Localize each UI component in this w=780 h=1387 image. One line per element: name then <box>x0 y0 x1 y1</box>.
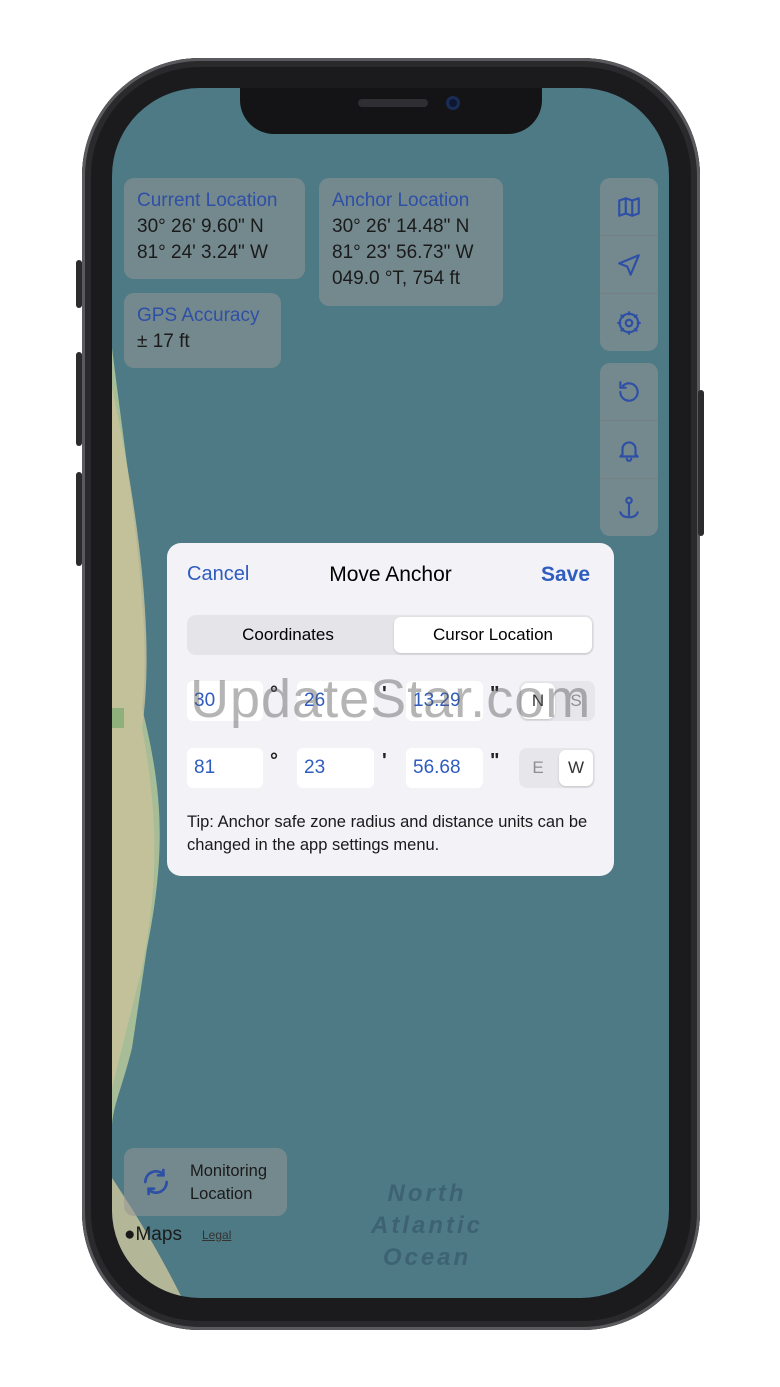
anchor-bearing-distance: 049.0 °T, 754 ft <box>332 268 461 289</box>
app-screen: Current Location 30° 26' 9.60" N 81° 24'… <box>112 88 669 1298</box>
longitude-minutes-unit: ' <box>382 750 387 772</box>
anchor-location-title: Anchor Location <box>332 190 470 211</box>
longitude-seconds-input[interactable]: 56.68 <box>406 748 483 788</box>
hemisphere-e[interactable]: E <box>521 750 555 786</box>
ocean-label-line3: Ocean <box>382 1244 472 1271</box>
track-location-button[interactable] <box>600 236 658 294</box>
ocean-label: North Atlantic Ocean <box>367 1178 487 1274</box>
location-arrow-icon <box>618 253 640 276</box>
power-button <box>698 390 704 536</box>
sync-icon <box>144 1168 168 1196</box>
map-controls-top <box>600 178 658 351</box>
anchor-drop-icon <box>619 496 639 518</box>
speaker <box>358 99 428 107</box>
current-longitude: 81° 24' 3.24" W <box>137 242 268 263</box>
map-type-button[interactable] <box>600 178 658 236</box>
longitude-minutes-input[interactable]: 23 <box>297 748 374 788</box>
watermark: UpdateStar.com <box>190 669 592 729</box>
map-icon <box>618 196 640 217</box>
longitude-hemisphere-toggle: E W <box>519 748 595 788</box>
current-latitude: 30° 26' 9.60" N <box>137 216 264 237</box>
current-location-card: Current Location 30° 26' 9.60" N 81° 24'… <box>124 178 305 279</box>
maps-brand: Maps <box>135 1224 182 1245</box>
volume-up-button <box>76 352 82 446</box>
anchor-location-card: Anchor Location 30° 26' 14.48" N 81° 23'… <box>319 178 503 306</box>
map-controls-bottom <box>600 363 658 536</box>
mute-switch <box>76 260 82 308</box>
settings-gear-icon <box>617 310 641 335</box>
segment-coordinates[interactable]: Coordinates <box>189 617 387 653</box>
segment-cursor-location[interactable]: Cursor Location <box>394 617 592 653</box>
save-button[interactable]: Save <box>541 563 590 587</box>
cancel-button[interactable]: Cancel <box>187 563 249 586</box>
reset-icon <box>619 380 639 402</box>
longitude-degrees-unit: ° <box>270 750 278 772</box>
gps-accuracy-title: GPS Accuracy <box>137 305 260 326</box>
legal-link[interactable]: Legal <box>202 1228 231 1242</box>
drop-anchor-button[interactable] <box>600 479 658 536</box>
anchor-longitude: 81° 23' 56.73" W <box>332 242 474 263</box>
reset-anchor-button[interactable] <box>600 363 658 421</box>
notch <box>240 88 542 134</box>
gps-accuracy-card: GPS Accuracy ± 17 ft <box>124 293 281 368</box>
ocean-label-line2: Atlantic <box>370 1212 483 1239</box>
tip-text: Tip: Anchor safe zone radius and distanc… <box>187 813 588 854</box>
hemisphere-w[interactable]: W <box>559 750 593 786</box>
monitoring-location-button[interactable]: Monitoring Location <box>124 1148 287 1216</box>
longitude-degrees-input[interactable]: 81 <box>187 748 263 788</box>
front-camera <box>446 96 460 110</box>
anchor-latitude: 30° 26' 14.48" N <box>332 216 470 237</box>
ocean-label-line1: North <box>387 1180 467 1207</box>
maps-attribution: ●Maps <box>124 1224 182 1246</box>
settings-button[interactable] <box>600 294 658 351</box>
bell-icon <box>619 440 639 462</box>
monitoring-label: Monitoring Location <box>190 1160 267 1206</box>
dialog-header: Move Anchor Cancel Save <box>167 563 614 591</box>
longitude-seconds-unit: " <box>490 750 500 772</box>
current-location-title: Current Location <box>137 190 278 211</box>
alarm-button[interactable] <box>600 421 658 479</box>
monitoring-line1: Monitoring <box>190 1162 268 1180</box>
volume-down-button <box>76 472 82 566</box>
apple-logo-icon: ● <box>124 1224 136 1245</box>
monitoring-line2: Location <box>190 1185 253 1203</box>
source-segmented-control: Coordinates Cursor Location <box>187 615 594 655</box>
gps-accuracy-value: ± 17 ft <box>137 331 190 352</box>
